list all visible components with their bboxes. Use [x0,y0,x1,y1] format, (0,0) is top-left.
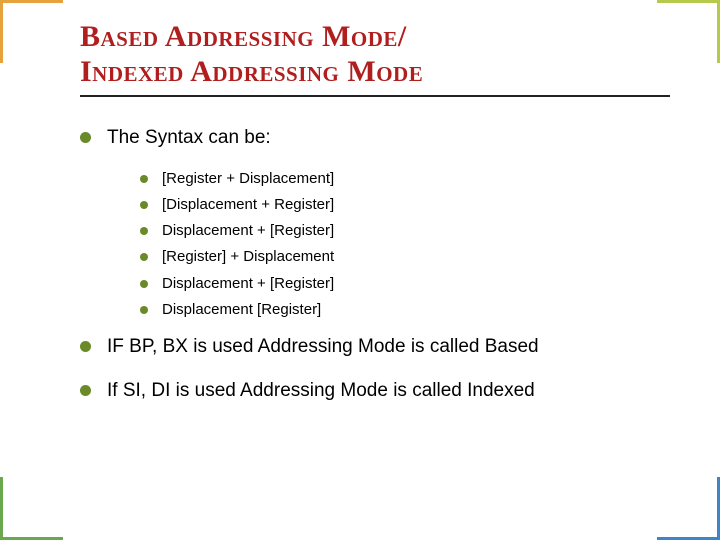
bullet-icon [80,341,91,352]
bullet-icon [140,227,148,235]
bullet-icon [140,201,148,209]
corner-decor-bl [0,477,63,540]
list-item: [Displacement + Register] [140,195,670,215]
list-item-text: IF BP, BX is used Addressing Mode is cal… [107,334,670,360]
bullet-icon [140,280,148,288]
list-item-text: [Register] + Displacement [162,247,670,267]
bullet-list-level2: [Register + Displacement] [Displacement … [140,169,670,321]
corner-decor-tl [0,0,63,63]
list-item-text: The Syntax can be: [107,125,670,151]
list-item-text: [Register + Displacement] [162,169,670,189]
bullet-icon [140,306,148,314]
bullet-icon [140,175,148,183]
slide-title: Based Addressing Mode/ Indexed Addressin… [80,20,670,89]
bullet-icon [80,132,91,143]
list-item: Displacement [Register] [140,300,670,320]
bullet-list-level1: The Syntax can be: [Register + Displacem… [80,125,670,403]
bullet-icon [80,385,91,396]
list-item: If SI, DI is used Addressing Mode is cal… [80,378,670,404]
list-item: [Register + Displacement] [140,169,670,189]
slide-content: Based Addressing Mode/ Indexed Addressin… [80,20,670,510]
list-item-text: Displacement + [Register] [162,274,670,294]
list-item: IF BP, BX is used Addressing Mode is cal… [80,334,670,360]
list-item: Displacement + [Register] [140,274,670,294]
list-item: The Syntax can be: [80,125,670,151]
title-underline [80,95,670,97]
list-item-text: Displacement + [Register] [162,221,670,241]
list-item-text: [Displacement + Register] [162,195,670,215]
list-item: Displacement + [Register] [140,221,670,241]
list-item-text: If SI, DI is used Addressing Mode is cal… [107,378,670,404]
list-item: [Register] + Displacement [140,247,670,267]
bullet-icon [140,253,148,261]
list-item-text: Displacement [Register] [162,300,670,320]
title-line-2: Indexed Addressing Mode [80,55,423,88]
title-line-1: Based Addressing Mode/ [80,20,407,53]
